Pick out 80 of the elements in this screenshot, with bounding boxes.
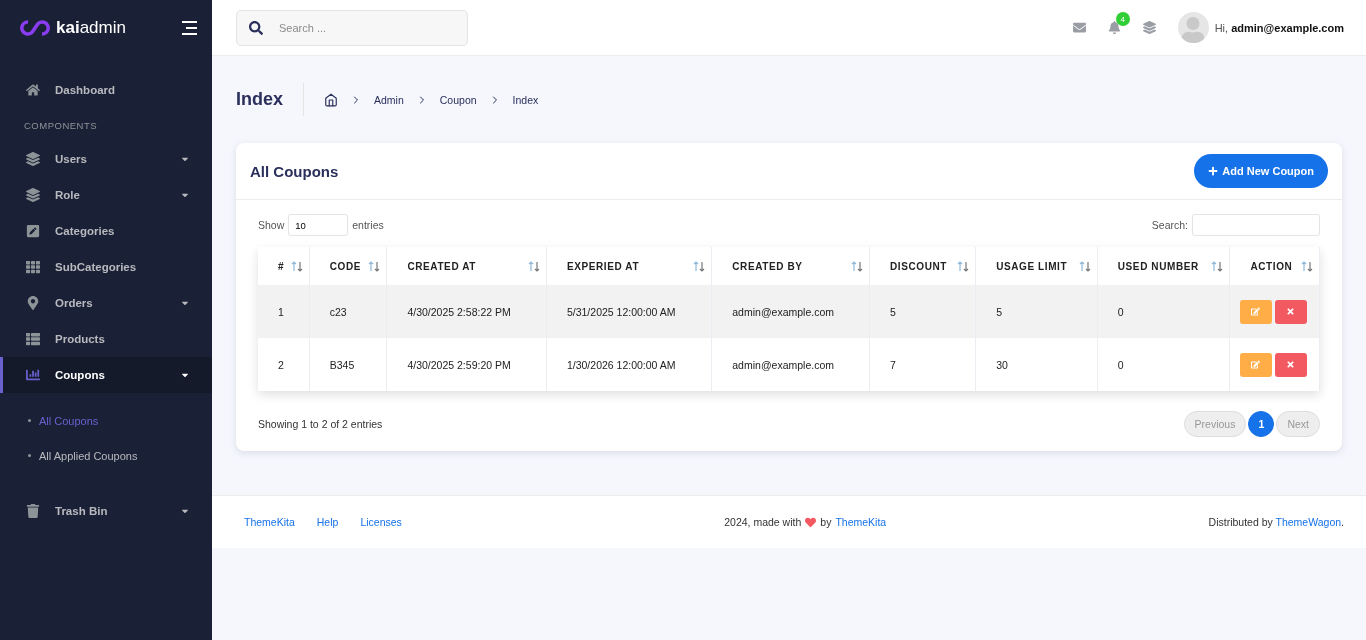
sort-icon xyxy=(851,260,863,272)
search-bar[interactable]: Search ... xyxy=(236,9,468,46)
menu-icon[interactable] xyxy=(180,21,198,35)
sort-icon xyxy=(1078,260,1091,272)
layers-icon[interactable] xyxy=(1142,21,1156,34)
entries-field[interactable]: 10 xyxy=(288,214,349,236)
search-field[interactable]: Search ... xyxy=(277,20,437,35)
edit-icon xyxy=(1251,360,1261,369)
edit-icon xyxy=(1251,307,1261,316)
table-cell: admin@example.com xyxy=(711,338,870,391)
table-cell: 1/30/2026 12:00:00 AM xyxy=(546,338,712,391)
add-coupon-button[interactable]: Add New Coupon xyxy=(1194,154,1328,188)
sidebar-item[interactable]: Role xyxy=(0,177,212,213)
entries-label: entries xyxy=(352,219,384,231)
sort-icon xyxy=(693,260,706,272)
table-search-field[interactable] xyxy=(1192,214,1320,236)
bell-icon[interactable] xyxy=(1107,21,1121,34)
sidebar-item[interactable]: Orders xyxy=(0,285,212,321)
plus-icon xyxy=(1208,166,1219,176)
sort-icon xyxy=(368,260,381,272)
nav-icon xyxy=(26,224,40,238)
table-cell: 4/30/2025 2:59:20 PM xyxy=(386,338,547,391)
table-cell: 30 xyxy=(975,338,1098,391)
page-title: Index xyxy=(236,83,304,116)
table-cell: 2 xyxy=(258,338,310,391)
envelope-icon[interactable] xyxy=(1072,21,1086,34)
brand-name: kaiadmin xyxy=(56,18,127,38)
footer-link[interactable]: ThemeKita xyxy=(244,516,295,528)
search-icon xyxy=(249,20,263,35)
nav-icon xyxy=(26,504,40,518)
show-label: Show xyxy=(258,219,285,231)
sidebar-item[interactable]: Products xyxy=(0,321,212,357)
search-label: Search: xyxy=(1151,219,1188,231)
edit-button[interactable] xyxy=(1239,299,1272,324)
nav-icon xyxy=(26,332,40,346)
pager-button[interactable]: 1 xyxy=(1248,411,1275,437)
sidebar-item[interactable]: Categories xyxy=(0,213,212,249)
by-text: by xyxy=(820,516,832,528)
table-info: Showing 1 to 2 of 2 entries xyxy=(258,418,383,430)
breadcrumb-item[interactable]: Index xyxy=(512,93,539,106)
nav-icon xyxy=(26,296,40,310)
footer-link[interactable]: Licenses xyxy=(360,516,402,528)
nav-icon xyxy=(26,83,40,97)
heart-icon xyxy=(805,516,817,528)
breadcrumb-item[interactable]: Coupon xyxy=(439,93,477,106)
card-title: All Coupons xyxy=(250,162,339,180)
sidebar-item[interactable]: Users xyxy=(0,141,212,177)
sort-icon xyxy=(957,260,970,272)
home-icon[interactable] xyxy=(324,92,338,107)
submenu-item[interactable]: All Applied Coupons xyxy=(0,438,212,473)
sidebar-item[interactable]: Dashboard xyxy=(0,72,212,108)
logo-icon xyxy=(20,19,50,37)
distributed-text: Distributed by ThemeWagon. xyxy=(1208,516,1344,528)
delete-button[interactable] xyxy=(1274,352,1307,377)
avatar[interactable] xyxy=(1177,12,1209,43)
section-heading: COMPONENTS xyxy=(23,119,99,133)
table-cell: B345 xyxy=(309,338,387,391)
breadcrumb-item[interactable]: Admin xyxy=(374,93,404,106)
sort-icon xyxy=(1301,260,1313,272)
sidebar-item[interactable]: Coupons xyxy=(0,357,212,393)
delete-button[interactable] xyxy=(1274,299,1307,324)
sidebar-item[interactable]: SubCategories xyxy=(0,249,212,285)
nav-icon xyxy=(26,260,40,274)
notification-badge: 4 xyxy=(1115,12,1130,26)
sort-icon xyxy=(290,260,303,272)
nav-icon xyxy=(26,188,40,202)
sort-icon xyxy=(1211,260,1224,272)
close-icon xyxy=(1286,307,1296,316)
sidebar-item[interactable]: Trash Bin xyxy=(0,493,212,529)
nav-icon xyxy=(26,368,40,382)
made-with-text: 2024, made with xyxy=(724,516,802,528)
nav-icon xyxy=(26,152,40,166)
sort-icon xyxy=(527,260,540,272)
close-icon xyxy=(1286,360,1296,369)
footer-link[interactable]: ThemeKita xyxy=(835,516,887,528)
footer-link[interactable]: Help xyxy=(316,516,339,528)
table-cell: 7 xyxy=(869,338,976,391)
user-greeting: Hi, admin@example.com xyxy=(1214,21,1344,34)
edit-button[interactable] xyxy=(1239,352,1272,377)
table-cell: 0 xyxy=(1097,338,1230,391)
